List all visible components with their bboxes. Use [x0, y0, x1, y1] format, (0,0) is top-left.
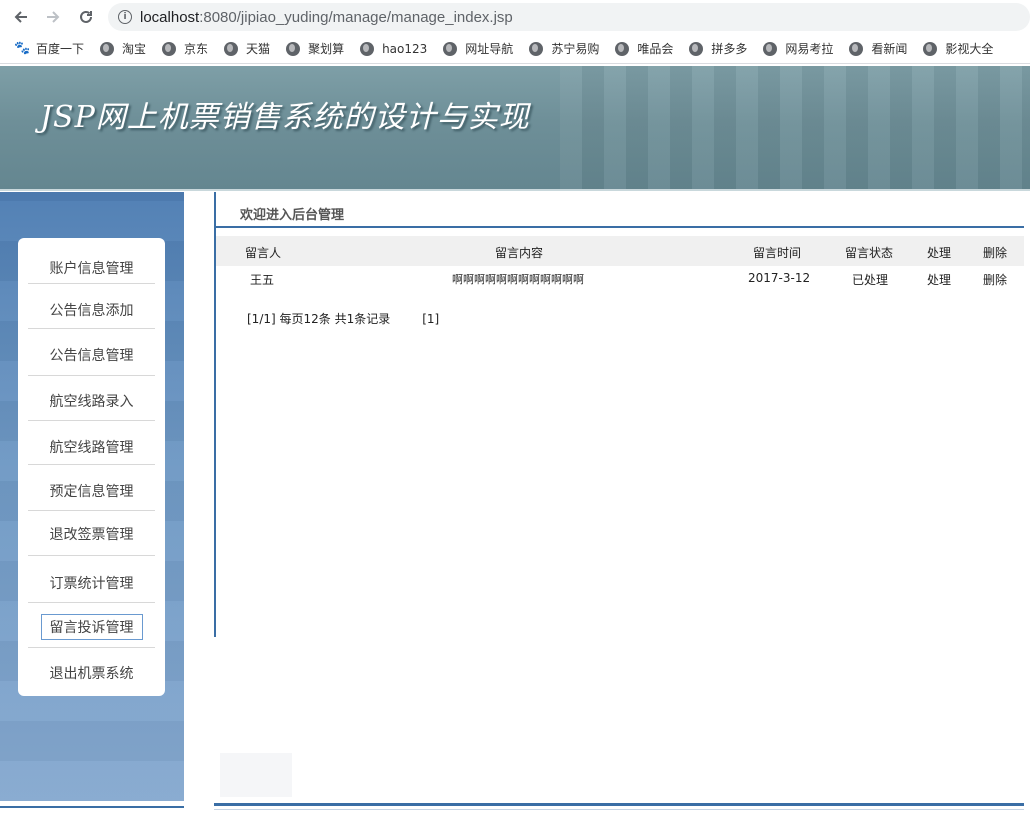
menu-divider	[28, 602, 155, 603]
column-header-content: 留言内容	[495, 246, 544, 260]
bookmark-baidu[interactable]: 🐾 百度一下	[14, 40, 84, 57]
blank-area	[220, 753, 292, 797]
column-header-time: 留言时间	[753, 246, 802, 260]
bookmark-suning[interactable]: 苏宁易购	[529, 40, 599, 57]
menu-divider	[28, 510, 155, 511]
bookmarks-bar: 🐾 百度一下 淘宝 京东 天猫 聚划算 hao123 网址导航 苏宁易购 唯品会 …	[0, 34, 1030, 64]
sidebar-item-route-manage[interactable]: 航空线路管理	[18, 437, 165, 457]
column-header-handle: 处理	[927, 246, 952, 260]
globe-icon	[224, 41, 239, 56]
column-header-delete: 删除	[983, 246, 1008, 260]
delete-link[interactable]: 删除	[983, 271, 1007, 288]
globe-icon	[100, 41, 115, 56]
pagination-summary: [1/1] 每页12条 共1条记录	[247, 312, 391, 326]
bookmark-juhuasuan[interactable]: 聚划算	[286, 40, 344, 57]
sidebar-item-booking-manage[interactable]: 预定信息管理	[18, 481, 165, 501]
bookmark-taobao[interactable]: 淘宝	[100, 40, 146, 57]
row-author: 王五	[250, 273, 275, 287]
bookmark-news[interactable]: 看新闻	[849, 40, 907, 57]
handle-link[interactable]: 处理	[927, 271, 951, 288]
sidebar-bottom-line	[0, 806, 184, 808]
url-host: localhost	[140, 8, 200, 26]
browser-toolbar: i localhost:8080/jipiao_yuding/manage/ma…	[0, 0, 1030, 34]
footer-line-light	[214, 809, 1024, 810]
globe-icon	[286, 41, 301, 56]
globe-icon	[763, 41, 778, 56]
menu-divider	[28, 555, 155, 556]
sidebar-item-notice-manage[interactable]: 公告信息管理	[18, 345, 165, 365]
menu-divider	[28, 283, 155, 284]
menu-divider	[28, 464, 155, 465]
sidebar-item-logout[interactable]: 退出机票系统	[18, 663, 165, 683]
globe-icon	[615, 41, 630, 56]
banner-divider	[0, 189, 1030, 191]
table-header	[216, 236, 1024, 266]
row-status: 已处理	[852, 273, 889, 287]
menu-divider	[28, 375, 155, 376]
bookmark-tmall[interactable]: 天猫	[224, 40, 270, 57]
menu-divider	[28, 420, 155, 421]
globe-icon	[529, 41, 544, 56]
header-banner: JSP网上机票销售系统的设计与实现	[0, 66, 1030, 190]
globe-icon	[162, 41, 177, 56]
bookmark-pdd[interactable]: 拼多多	[689, 40, 747, 57]
sidebar-item-route-add[interactable]: 航空线路录入	[18, 391, 165, 411]
globe-icon	[849, 41, 864, 56]
globe-icon	[360, 41, 375, 56]
bookmark-nav[interactable]: 网址导航	[443, 40, 513, 57]
sidebar-item-account[interactable]: 账户信息管理	[18, 258, 165, 278]
page-link[interactable]: [1]	[422, 312, 439, 326]
column-header-author: 留言人	[245, 246, 282, 260]
page-title: 欢迎进入后台管理	[240, 208, 345, 223]
sidebar-item-notice-add[interactable]: 公告信息添加	[18, 300, 165, 320]
reload-icon[interactable]	[75, 6, 97, 28]
sidebar: 账户信息管理 公告信息添加 公告信息管理 航空线路录入 航空线路管理 预定信息管…	[0, 192, 184, 801]
pagination: [1/1] 每页12条 共1条记录 [1]	[247, 310, 439, 327]
forward-arrow-icon[interactable]	[42, 6, 64, 28]
bookmark-kaola[interactable]: 网易考拉	[763, 40, 833, 57]
back-arrow-icon[interactable]	[10, 6, 32, 28]
banner-decoration	[560, 66, 1030, 190]
row-time: 2017-3-12	[748, 271, 811, 285]
info-icon[interactable]: i	[118, 10, 132, 24]
sidebar-item-feedback-manage[interactable]: 留言投诉管理	[18, 614, 165, 640]
bookmark-hao123[interactable]: hao123	[360, 41, 427, 56]
url-path: :8080/jipiao_yuding/manage/manage_index.…	[199, 8, 513, 26]
bookmark-jd[interactable]: 京东	[162, 40, 208, 57]
bookmark-vip[interactable]: 唯品会	[615, 40, 673, 57]
globe-icon	[689, 41, 704, 56]
sidebar-item-stats-manage[interactable]: 订票统计管理	[18, 573, 165, 593]
title-underline	[216, 226, 1024, 228]
globe-icon	[443, 41, 458, 56]
menu-divider	[28, 328, 155, 329]
site-title: JSP网上机票销售系统的设计与实现	[40, 100, 530, 135]
address-bar[interactable]: i localhost:8080/jipiao_yuding/manage/ma…	[108, 3, 1030, 31]
sidebar-item-refund-manage[interactable]: 退改签票管理	[18, 524, 165, 544]
menu-divider	[28, 647, 155, 648]
row-content: 啊啊啊啊啊啊啊啊啊啊啊啊	[452, 273, 584, 286]
bookmark-video[interactable]: 影视大全	[923, 40, 993, 57]
column-header-status: 留言状态	[845, 246, 894, 260]
footer-line	[214, 803, 1024, 806]
baidu-paw-icon: 🐾	[14, 40, 31, 56]
sidebar-menu: 账户信息管理 公告信息添加 公告信息管理 航空线路录入 航空线路管理 预定信息管…	[18, 238, 165, 696]
globe-icon	[923, 41, 938, 56]
